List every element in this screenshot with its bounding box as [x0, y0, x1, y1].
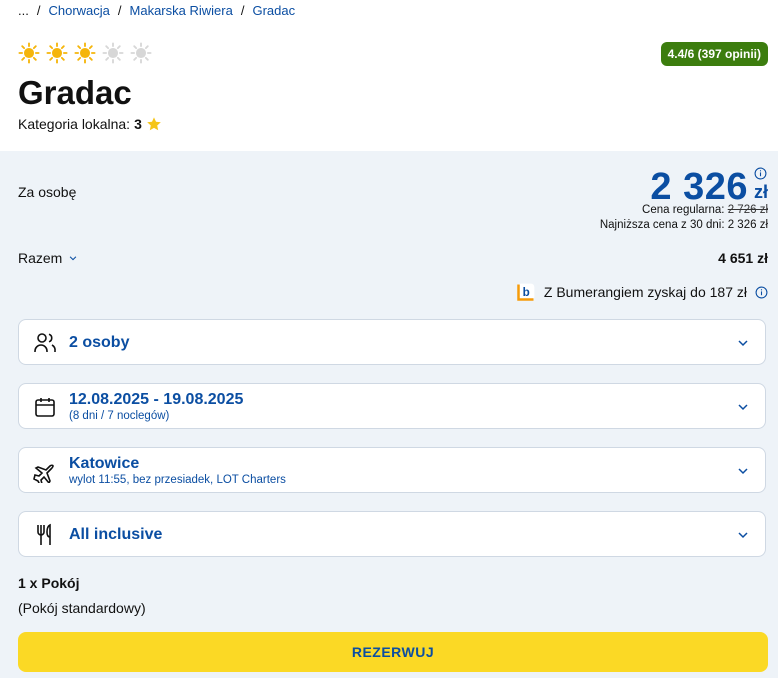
board-label: All inclusive: [69, 526, 163, 543]
sun-icon: [74, 42, 96, 64]
total-toggle[interactable]: Razem: [18, 250, 78, 266]
breadcrumb: ... / Chorwacja / Makarska Riwiera / Gradac: [18, 3, 296, 18]
regular-price-value: 2 726 zł: [727, 204, 768, 216]
dates-select[interactable]: 12.08.2025 - 19.08.2025 (8 dni / 7 nocle…: [18, 383, 766, 429]
chevron-down-icon: [70, 256, 77, 261]
calendar-icon: [35, 398, 55, 417]
flight-select[interactable]: Katowice wylot 11:55, bez przesiadek, LO…: [18, 447, 766, 493]
room-type: (Pokój standardowy): [18, 600, 146, 616]
chevron-down-icon: [738, 404, 748, 411]
star-icon: [147, 117, 161, 131]
bumerang-promo: b Z Bumerangiem zyskaj do 187 zł: [516, 282, 768, 302]
price-per-person: 2 326: [650, 166, 748, 208]
bumerang-text: Z Bumerangiem zyskaj do 187 zł: [543, 284, 747, 300]
sun-icon: [130, 42, 152, 64]
local-category: Kategoria lokalna: 3: [18, 116, 162, 132]
lowest-price-value: 2 326 zł: [727, 219, 768, 231]
plane-icon: [33, 464, 54, 483]
breadcrumb-ellipsis[interactable]: ...: [18, 3, 29, 18]
flight-departure-city: Katowice: [69, 455, 140, 472]
bumerang-logo-icon: b: [517, 283, 535, 301]
chevron-down-icon: [738, 532, 748, 539]
reserve-button[interactable]: REZERWUJ: [18, 632, 768, 672]
room-count: 1 x Pokój: [18, 575, 80, 591]
per-person-label: Za osobę: [18, 184, 77, 200]
dates-duration: (8 dni / 7 noclegów): [69, 410, 170, 422]
dates-label: 12.08.2025 - 19.08.2025: [69, 391, 244, 408]
lowest-price: Najniższa cena z 30 dni: 2 326 zł: [599, 219, 768, 231]
page-title: Gradac: [18, 74, 132, 111]
rating-badge[interactable]: 4.4/6 (397 opinii): [660, 42, 768, 66]
cutlery-icon: [37, 523, 51, 545]
flight-details: wylot 11:55, bez przesiadek, LOT Charter…: [69, 474, 286, 486]
breadcrumb-country[interactable]: Chorwacja: [48, 3, 109, 18]
persons-label: 2 osoby: [69, 334, 130, 351]
total-label: Razem: [18, 250, 63, 266]
sun-icon: [102, 42, 124, 64]
chevron-down-icon: [738, 468, 748, 475]
svg-text:b: b: [523, 286, 530, 299]
chevron-down-icon: [738, 340, 748, 347]
price-currency: zł: [753, 182, 768, 202]
persons-select[interactable]: 2 osoby: [18, 319, 766, 365]
breadcrumb-region[interactable]: Makarska Riwiera: [130, 3, 233, 18]
category-label: Kategoria lokalna:: [18, 116, 131, 132]
info-icon[interactable]: [754, 167, 767, 180]
info-icon[interactable]: [755, 286, 768, 299]
sun-icon: [46, 42, 68, 64]
regular-price: Cena regularna: 2 726 zł: [642, 204, 768, 216]
sun-icon: [18, 42, 40, 64]
category-value: 3: [134, 116, 142, 132]
board-select[interactable]: All inclusive: [18, 511, 766, 557]
total-price: 4 651 zł: [718, 250, 768, 266]
sun-rating: [18, 42, 152, 64]
breadcrumb-hotel[interactable]: Gradac: [252, 3, 295, 18]
people-icon: [34, 333, 56, 352]
